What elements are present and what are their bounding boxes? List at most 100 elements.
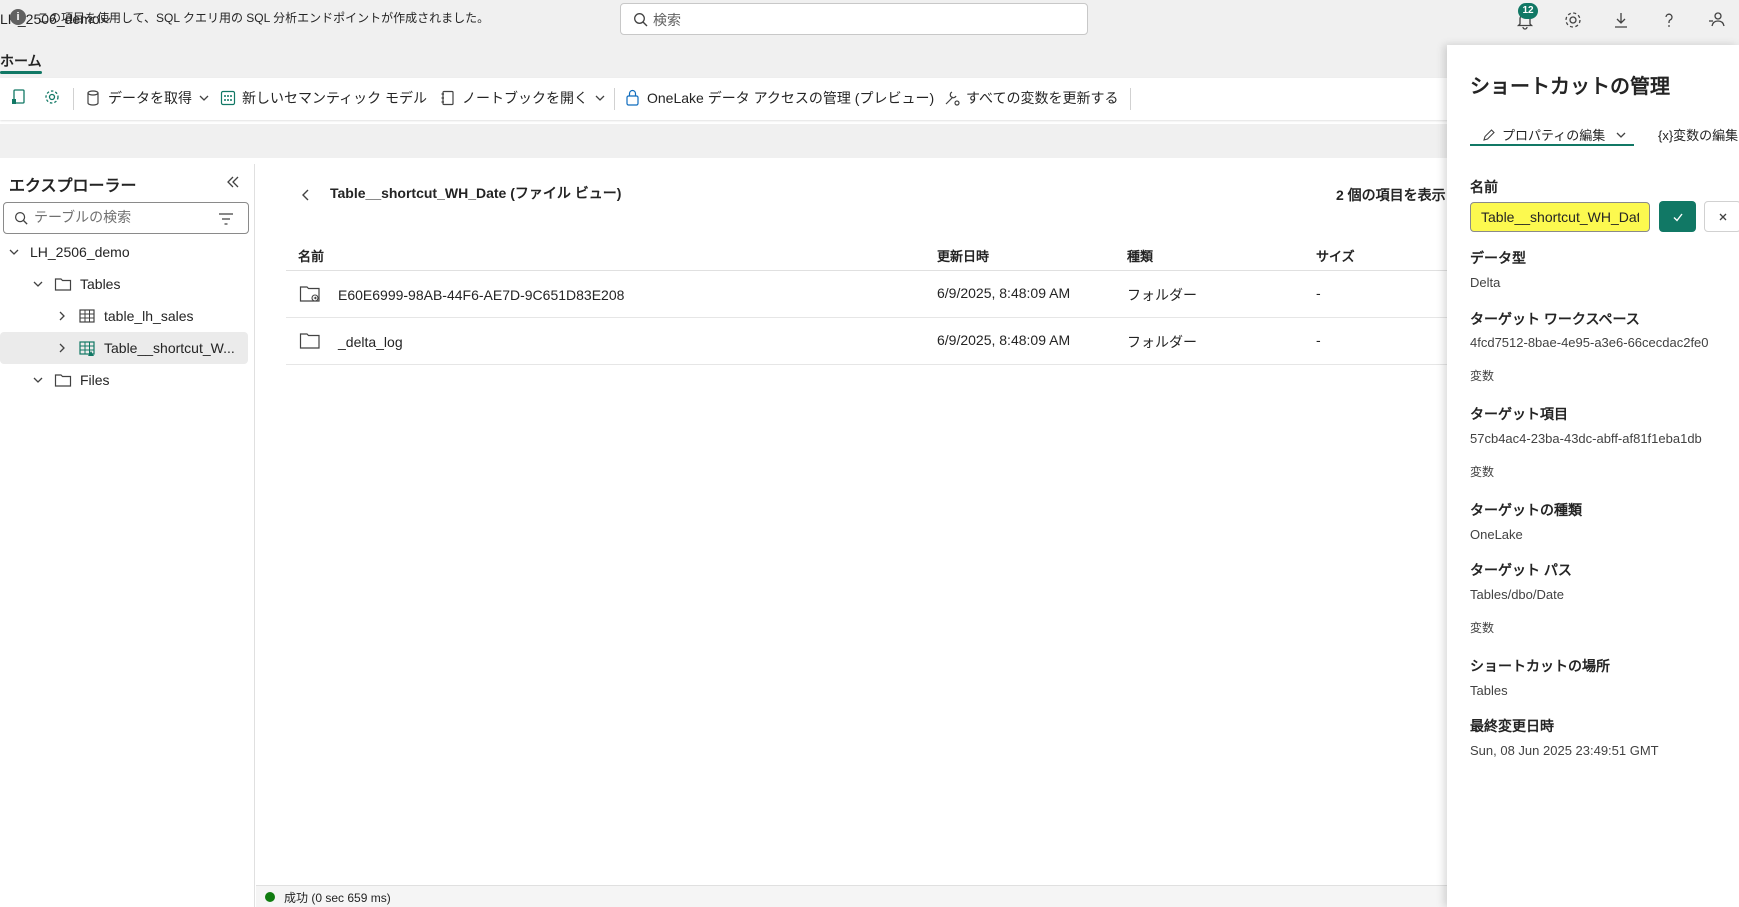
info-icon: i: [10, 9, 26, 25]
row-0-size: -: [1316, 285, 1321, 301]
column-header-type[interactable]: 種類: [1127, 246, 1153, 265]
confirm-name-button[interactable]: [1659, 201, 1696, 232]
new-item-icon[interactable]: [10, 88, 34, 106]
onelake-data-access-button[interactable]: OneLake データ アクセスの管理 (プレビュー): [625, 88, 934, 108]
pencil-icon: [1483, 128, 1495, 141]
success-icon: [265, 892, 275, 902]
tab-edit-variables[interactable]: {x}変数の編集: [1658, 125, 1738, 144]
chevron-down-icon: [1616, 132, 1626, 138]
chevron-right-icon: [59, 311, 65, 321]
row-divider: [286, 317, 1450, 318]
tab-edit-properties-label: プロパティの編集: [1502, 128, 1606, 143]
new-semantic-model-button[interactable]: 新しいセマンティック モデル: [220, 88, 427, 108]
shortcut-location-label: ショートカットの場所: [1470, 658, 1610, 674]
help-icon[interactable]: [1658, 9, 1680, 31]
update-all-variables-button[interactable]: すべての変数を更新する: [944, 88, 1118, 108]
share-icon[interactable]: [1705, 9, 1727, 31]
header-divider: [286, 270, 1450, 271]
toolbar-divider: [1130, 88, 1131, 110]
status-bar: [256, 885, 1450, 907]
row-1-name[interactable]: _delta_log: [338, 334, 403, 350]
last-modified-label: 最終変更日時: [1470, 718, 1554, 734]
notebook-icon: [441, 90, 454, 106]
row-0-modified: 6/9/2025, 8:48:09 AM: [937, 285, 1071, 301]
target-path-label: ターゲット パス: [1470, 562, 1572, 578]
shortcut-name-input[interactable]: [1470, 202, 1650, 232]
back-icon[interactable]: [300, 188, 312, 202]
check-icon: [1673, 213, 1683, 222]
tab-home-indicator: [0, 71, 42, 74]
data-type-value: Delta: [1470, 275, 1501, 290]
search-icon: [14, 211, 29, 226]
lock-icon: [626, 89, 639, 106]
folder-icon: [299, 331, 321, 351]
settings-icon[interactable]: [43, 88, 67, 106]
tab-home[interactable]: ホーム: [0, 51, 42, 71]
tree-item-tables[interactable]: Tables: [0, 268, 248, 300]
tree-label: Tables: [80, 276, 121, 292]
target-item-value: 57cb4ac4-23ba-43dc-abff-af81f1eba1db: [1470, 431, 1702, 446]
global-search[interactable]: [620, 3, 1088, 35]
open-notebook-button[interactable]: ノートブックを開く: [440, 88, 606, 108]
gear-icon[interactable]: [1562, 9, 1584, 31]
close-icon: [1719, 213, 1726, 220]
download-icon[interactable]: [1610, 9, 1632, 31]
chevron-down-icon: [33, 281, 43, 287]
row-divider: [286, 364, 1450, 365]
info-message: この項目を使用して、SQL クエリ用の SQL 分析エンドポイントが作成されまし…: [37, 11, 490, 25]
cancel-name-button[interactable]: [1704, 201, 1739, 232]
target-path-variable[interactable]: 変数: [1470, 619, 1494, 636]
search-icon: [633, 12, 649, 28]
tree-item-files[interactable]: Files: [0, 364, 248, 396]
target-path-value: Tables/dbo/Date: [1470, 587, 1564, 602]
chevron-down-icon: [199, 95, 209, 101]
tree-label: LH_2506_demo: [30, 244, 130, 260]
folder-icon: [54, 374, 72, 387]
target-item-label: ターゲット項目: [1470, 406, 1568, 422]
search-input[interactable]: [653, 10, 1073, 30]
row-1-type: フォルダー: [1127, 334, 1197, 350]
explorer-title: エクスプローラー: [9, 178, 137, 195]
filter-icon[interactable]: [218, 212, 234, 226]
shortcut-folder-icon: [299, 284, 321, 304]
column-header-size[interactable]: サイズ: [1316, 246, 1355, 265]
collapse-icon[interactable]: [226, 175, 240, 189]
semantic-model-icon: [220, 90, 236, 106]
target-workspace-value: 4fcd7512-8bae-4e95-a3e6-66cecdac2fe0: [1470, 335, 1709, 350]
toolbar-divider: [73, 88, 74, 110]
column-header-modified[interactable]: 更新日時: [937, 246, 989, 265]
tree-item-lakehouse[interactable]: LH_2506_demo: [0, 236, 248, 268]
table-icon: [79, 309, 95, 323]
tree-item-table-shortcut[interactable]: Table__shortcut_W...: [0, 332, 248, 364]
get-data-label: データを取得: [108, 90, 192, 106]
chevron-down-icon: [9, 249, 19, 255]
get-data-button[interactable]: データを取得: [86, 88, 210, 108]
open-notebook-label: ノートブックを開く: [462, 90, 588, 106]
row-0-type: フォルダー: [1127, 287, 1197, 303]
target-type-value: OneLake: [1470, 527, 1523, 542]
chevron-right-icon: [59, 343, 65, 353]
update-all-variables-label: すべての変数を更新する: [966, 90, 1119, 106]
tree-label: Table__shortcut_W...: [104, 340, 235, 356]
target-item-variable[interactable]: 変数: [1470, 463, 1494, 480]
toolbar-divider: [614, 88, 615, 110]
row-1-modified: 6/9/2025, 8:48:09 AM: [937, 332, 1071, 348]
last-modified-value: Sun, 08 Jun 2025 23:49:51 GMT: [1470, 743, 1659, 758]
table-search[interactable]: [3, 202, 249, 234]
row-0-name[interactable]: E60E6999-98AB-44F6-AE7D-9C651D83E208: [338, 287, 624, 303]
table-search-input[interactable]: [34, 209, 214, 225]
shortcut-table-icon: [79, 341, 95, 356]
name-label: 名前: [1470, 179, 1498, 195]
target-workspace-label: ターゲット ワークスペース: [1470, 311, 1640, 327]
tab-edit-properties[interactable]: プロパティの編集: [1482, 125, 1627, 144]
tree-label: table_lh_sales: [104, 308, 194, 324]
shortcut-location-value: Tables: [1470, 683, 1508, 698]
tree-item-table-lh-sales[interactable]: table_lh_sales: [0, 300, 248, 332]
column-header-name[interactable]: 名前: [298, 246, 324, 265]
chevron-down-icon: [595, 95, 605, 101]
item-count: 2 個の項目を表示: [1336, 187, 1446, 203]
onelake-data-access-label: OneLake データ アクセスの管理 (プレビュー): [647, 90, 935, 106]
info-bar: [0, 124, 1450, 158]
folder-icon: [54, 278, 72, 291]
target-workspace-variable[interactable]: 変数: [1470, 367, 1494, 384]
